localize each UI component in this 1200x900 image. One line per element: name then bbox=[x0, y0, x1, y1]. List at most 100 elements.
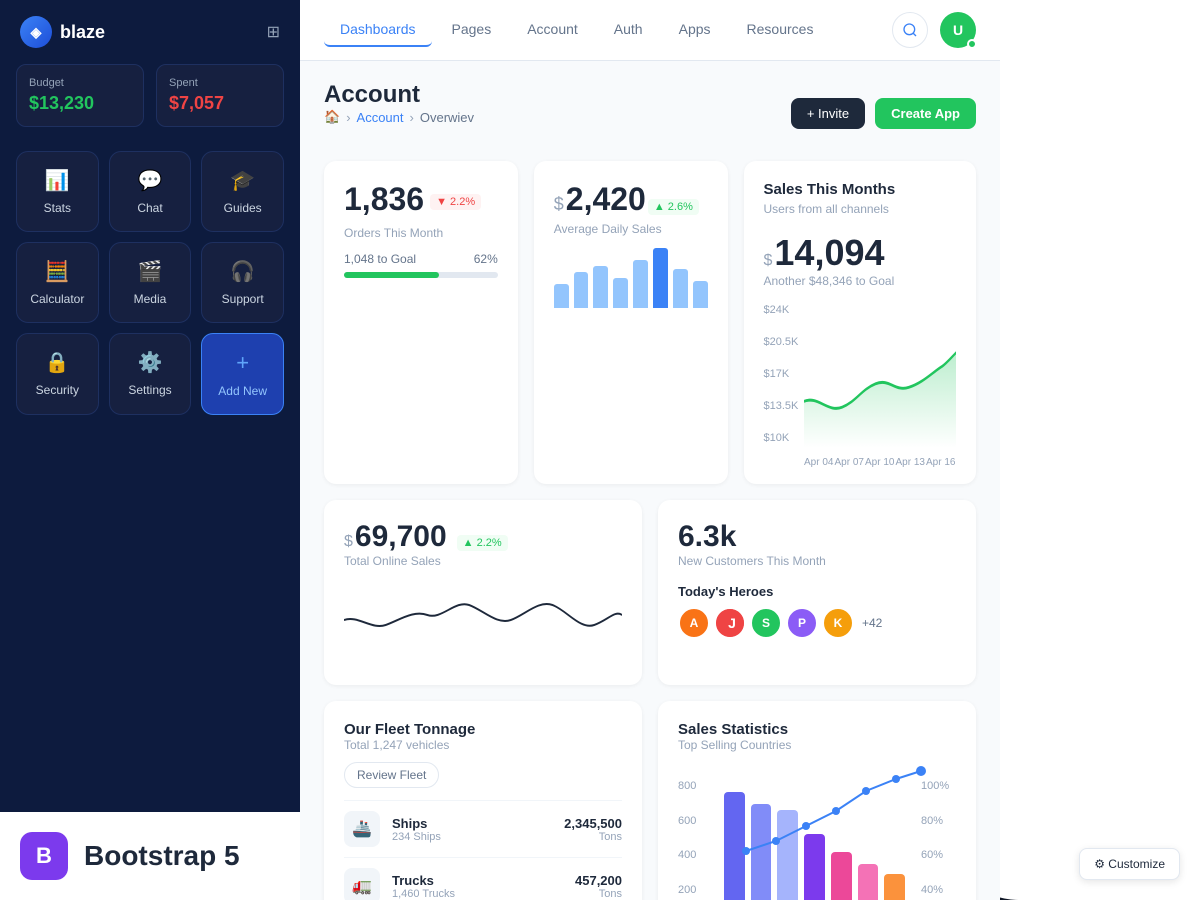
breadcrumb-current: Overwiev bbox=[420, 110, 474, 125]
calculator-label: Calculator bbox=[30, 292, 84, 306]
heroes-avatars: A J S P K +42 bbox=[678, 607, 956, 639]
spent-value: $7,057 bbox=[169, 93, 271, 114]
menu-icon[interactable]: ⊞ bbox=[267, 22, 280, 42]
sidebar-item-calculator[interactable]: 🧮 Calculator bbox=[16, 242, 99, 323]
invite-button[interactable]: + Invite bbox=[791, 98, 865, 129]
sidebar-item-settings[interactable]: ⚙️ Settings bbox=[109, 333, 192, 415]
sidebar-item-media[interactable]: 🎬 Media bbox=[109, 242, 192, 323]
sidebar-item-security[interactable]: 🔒 Security bbox=[16, 333, 99, 415]
online-label: Total Online Sales bbox=[344, 554, 622, 568]
add-new-label: Add New bbox=[218, 384, 267, 398]
ships-count: 234 Ships bbox=[392, 831, 552, 843]
spent-label: Spent bbox=[169, 77, 271, 89]
sidebar-header: ◈ blaze ⊞ bbox=[0, 0, 300, 64]
sidebar: ◈ blaze ⊞ Budget $13,230 Spent $7,057 📊 … bbox=[0, 0, 300, 900]
heroes-section: Today's Heroes A J S P K +42 bbox=[678, 584, 956, 639]
breadcrumb-account[interactable]: Account bbox=[357, 110, 404, 125]
support-label: Support bbox=[222, 292, 264, 306]
sales-stats-title: Sales Statistics bbox=[678, 721, 956, 738]
bar-3 bbox=[593, 266, 608, 308]
guides-icon: 🎓 bbox=[230, 168, 255, 193]
online-badge: ▲ 2.2% bbox=[457, 535, 508, 551]
tab-resources[interactable]: Resources bbox=[731, 13, 830, 47]
nav-tabs: Dashboards Pages Account Auth Apps Resou… bbox=[324, 13, 829, 47]
trucks-name: Trucks bbox=[392, 873, 563, 888]
progress-bar-fill bbox=[344, 272, 439, 278]
daily-badge: ▲ 2.6% bbox=[648, 199, 699, 215]
sidebar-item-chat[interactable]: 💬 Chat bbox=[109, 151, 192, 232]
tab-account[interactable]: Account bbox=[511, 13, 594, 47]
bar-7 bbox=[673, 269, 688, 308]
trucks-icon: 🚛 bbox=[344, 868, 380, 900]
ships-name: Ships bbox=[392, 816, 552, 831]
sidebar-item-stats[interactable]: 📊 Stats bbox=[16, 151, 99, 232]
bar-8 bbox=[693, 281, 708, 308]
stats-label: Stats bbox=[44, 201, 71, 215]
online-prefix: $ bbox=[344, 533, 353, 551]
orders-label: Orders This Month bbox=[344, 226, 498, 240]
orders-card: 1,836 ▼ 2.2% Orders This Month 1,048 to … bbox=[324, 161, 518, 484]
page-header: Account 🏠 › Account › Overwiev + Invite … bbox=[324, 81, 976, 145]
progress-label: 1,048 to Goal bbox=[344, 252, 416, 266]
search-button[interactable] bbox=[892, 12, 928, 48]
tab-dashboards[interactable]: Dashboards bbox=[324, 13, 432, 47]
bar-2 bbox=[574, 272, 589, 308]
customize-button[interactable]: ⚙ Customize bbox=[1079, 848, 1180, 880]
line-chart-svg bbox=[804, 308, 957, 448]
sidebar-item-support[interactable]: 🎧 Support bbox=[201, 242, 284, 323]
sales-month-card: Sales This Months Users from all channel… bbox=[744, 161, 977, 484]
online-sales-card: $ 69,700 ▲ 2.2% Total Online Sales bbox=[324, 500, 642, 685]
sales-stats-chart: 800 600 400 200 bbox=[678, 760, 956, 900]
fleet-card: Our Fleet Tonnage Total 1,247 vehicles R… bbox=[324, 701, 642, 900]
fleet-row-ships: 🚢 Ships 234 Ships 2,345,500 Tons bbox=[344, 800, 622, 857]
trucks-count: 1,460 Trucks bbox=[392, 888, 563, 900]
budget-card: Budget $13,230 bbox=[16, 64, 144, 127]
sidebar-item-add-new[interactable]: + Add New bbox=[201, 333, 284, 415]
right-panel: ⚙ Customize bbox=[1000, 0, 1200, 900]
create-app-button[interactable]: Create App bbox=[875, 98, 976, 129]
stats-bar-5 bbox=[831, 852, 852, 900]
progress-pct: 62% bbox=[474, 252, 498, 266]
main-content: Dashboards Pages Account Auth Apps Resou… bbox=[300, 0, 1000, 900]
chat-label: Chat bbox=[137, 201, 162, 215]
fleet-sub: Total 1,247 vehicles bbox=[344, 738, 622, 752]
sales-stats-sub: Top Selling Countries bbox=[678, 738, 956, 752]
bar-4 bbox=[613, 278, 628, 308]
calculator-icon: 🧮 bbox=[45, 259, 70, 284]
trucks-value: 457,200 bbox=[575, 873, 622, 888]
sales-goal: Another $48,346 to Goal bbox=[764, 274, 957, 288]
bar-5 bbox=[633, 260, 648, 308]
stats-bar-2 bbox=[751, 804, 772, 900]
budget-cards: Budget $13,230 Spent $7,057 bbox=[0, 64, 300, 143]
bar-6 bbox=[653, 248, 668, 308]
settings-icon: ⚙️ bbox=[138, 350, 163, 375]
tab-pages[interactable]: Pages bbox=[436, 13, 508, 47]
security-label: Security bbox=[36, 383, 79, 397]
media-label: Media bbox=[134, 292, 167, 306]
sales-line-chart: $24K $20.5K $17K $13.5K $10K bbox=[764, 304, 957, 464]
daily-prefix: $ bbox=[554, 194, 564, 215]
daily-sales-card: $ 2,420 ▲ 2.6% Average Daily Sales bbox=[534, 161, 728, 484]
fleet-title: Our Fleet Tonnage bbox=[344, 721, 622, 738]
media-icon: 🎬 bbox=[138, 259, 163, 284]
sales-amount: 14,094 bbox=[774, 232, 884, 274]
review-fleet-button[interactable]: Review Fleet bbox=[344, 762, 439, 788]
sales-sub: Users from all channels bbox=[764, 202, 957, 216]
budget-label: Budget bbox=[29, 77, 131, 89]
chat-icon: 💬 bbox=[138, 168, 163, 193]
sidebar-item-guides[interactable]: 🎓 Guides bbox=[201, 151, 284, 232]
breadcrumb: 🏠 › Account › Overwiev bbox=[324, 109, 474, 125]
stats-bar-4 bbox=[804, 834, 825, 900]
heroes-count: +42 bbox=[862, 616, 882, 630]
online-value: 69,700 bbox=[355, 520, 447, 554]
support-icon: 🎧 bbox=[230, 259, 255, 284]
bottom-row: Our Fleet Tonnage Total 1,247 vehicles R… bbox=[324, 701, 976, 900]
tab-auth[interactable]: Auth bbox=[598, 13, 659, 47]
settings-label: Settings bbox=[128, 383, 171, 397]
stats-bars bbox=[724, 780, 905, 900]
stats-bar-6 bbox=[858, 864, 879, 900]
bootstrap-icon: B bbox=[20, 832, 68, 880]
tab-apps[interactable]: Apps bbox=[663, 13, 727, 47]
user-avatar[interactable]: U bbox=[940, 12, 976, 48]
page-title: Account bbox=[324, 81, 474, 109]
